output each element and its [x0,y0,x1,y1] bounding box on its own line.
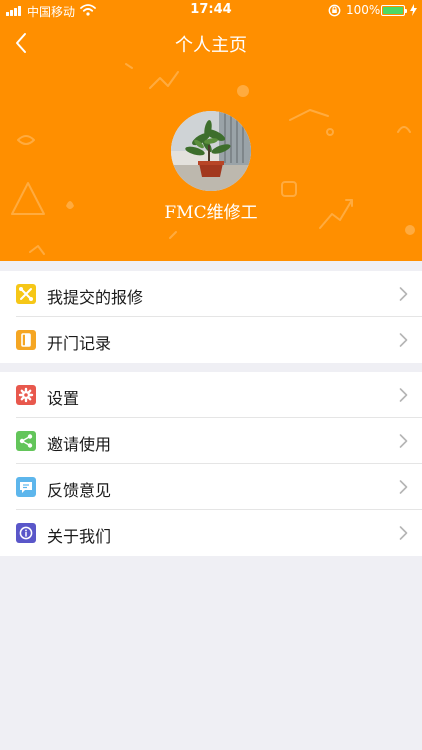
rotation-lock-icon [328,4,341,17]
chevron-right-icon [399,333,408,347]
menu-item-feedback[interactable]: 反馈意见 [0,464,422,510]
menu-item-label: 设置 [47,389,80,408]
gear-icon [16,385,36,405]
chevron-right-icon [399,526,408,540]
menu-item-my-repairs[interactable]: 我提交的报修 [0,271,422,317]
menu-item-settings[interactable]: 设置 [0,372,422,418]
chevron-right-icon [399,480,408,494]
door-icon [16,330,36,350]
plant-photo [171,111,251,191]
menu-group-primary: 我提交的报修 开门记录 [0,271,422,363]
menu-item-label: 开门记录 [47,334,112,353]
username: FMC维修工 [164,203,258,223]
menu-item-label: 反馈意见 [47,481,112,500]
chevron-right-icon [399,434,408,448]
share-icon [16,431,36,451]
menu-item-invite[interactable]: 邀请使用 [0,418,422,464]
profile-header: 中国移动 17:44 100% 个人主页 FMC维修工 [0,0,422,261]
menu-item-label: 关于我们 [47,527,112,546]
menu-item-label: 我提交的报修 [47,288,144,307]
menu-group-secondary: 设置 邀请使用 反馈意见 关于我们 [0,372,422,556]
wrench-icon [16,284,36,304]
battery-percentage: 100% [346,3,381,17]
page-title: 个人主页 [175,35,247,56]
chat-icon [16,477,36,497]
info-icon [16,523,36,543]
status-bar: 中国移动 17:44 100% [0,0,422,22]
charging-icon [410,4,417,16]
menu-item-label: 邀请使用 [47,435,112,454]
menu-item-door-records[interactable]: 开门记录 [0,317,422,363]
chevron-right-icon [399,287,408,301]
avatar[interactable] [171,111,251,191]
battery-icon [381,5,407,16]
chevron-right-icon [399,388,408,402]
menu-item-about[interactable]: 关于我们 [0,510,422,556]
